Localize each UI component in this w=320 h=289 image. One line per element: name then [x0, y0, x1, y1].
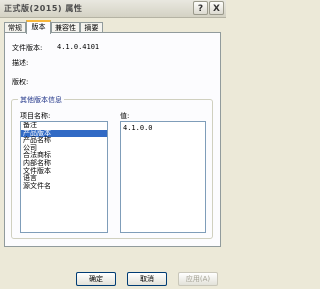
cancel-button[interactable]: 取消 — [127, 272, 167, 286]
tab-version[interactable]: 版本 — [26, 20, 51, 34]
value-textbox[interactable]: 4.1.0.0 — [120, 121, 206, 233]
version-panel: 文件版本: 4.1.0.4101 描述: 版权: 其他版本信息 项目名称: 值:… — [4, 32, 221, 247]
title-bar: 正式版(2015) 属性 ? X — [0, 0, 226, 18]
item-name-list[interactable]: 备注 产品版本 产品名称 公司 合法商标 内部名称 文件版本 语言 源文件名 — [20, 121, 108, 233]
file-version-value: 4.1.0.4101 — [57, 43, 100, 51]
ok-button[interactable]: 确定 — [76, 272, 116, 286]
description-label: 描述: — [12, 59, 29, 67]
other-version-info-title: 其他版本信息 — [18, 95, 64, 105]
window-title: 正式版(2015) 属性 — [4, 4, 83, 13]
file-version-label: 文件版本: — [12, 44, 43, 52]
list-item[interactable]: 源文件名 — [21, 182, 107, 191]
copyright-label: 版权: — [12, 78, 29, 86]
value-label: 值: — [120, 112, 130, 120]
value-text: 4.1.0.0 — [123, 124, 153, 132]
close-button[interactable]: X — [209, 1, 224, 15]
other-version-info-group: 其他版本信息 项目名称: 值: 备注 产品版本 产品名称 公司 合法商标 内部名… — [11, 95, 213, 239]
item-name-label: 项目名称: — [20, 112, 51, 120]
apply-button[interactable]: 应用(A) — [178, 272, 218, 286]
help-button[interactable]: ? — [193, 1, 208, 15]
